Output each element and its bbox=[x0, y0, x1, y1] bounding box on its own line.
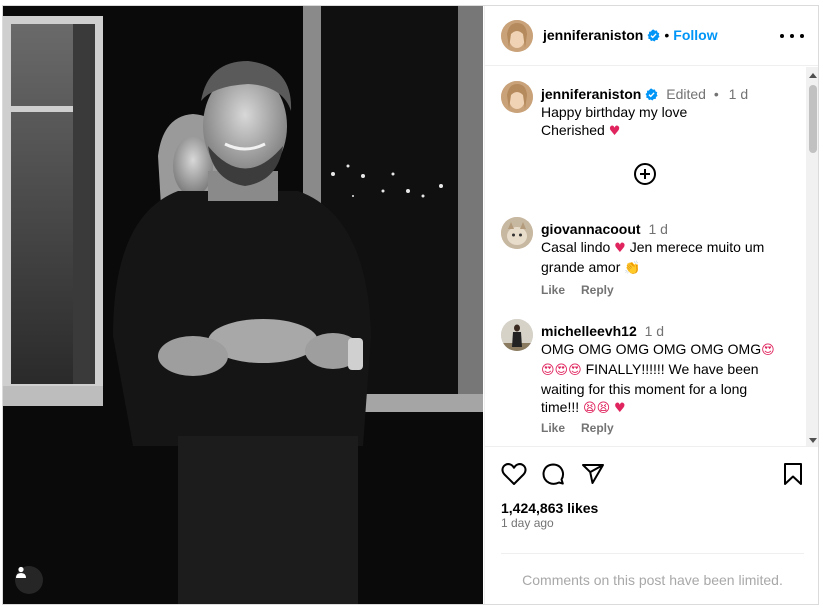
like-comment-button[interactable]: Like bbox=[541, 421, 565, 435]
user-tag-icon bbox=[16, 566, 26, 578]
caption-time[interactable]: 1 d bbox=[729, 86, 748, 102]
avatar-image bbox=[501, 20, 533, 52]
scrollbar-thumb[interactable] bbox=[809, 85, 817, 153]
comment-text: waiting for this moment for a long bbox=[541, 381, 748, 397]
header-separator: • bbox=[664, 27, 670, 43]
divider bbox=[501, 553, 804, 554]
caption: jenniferaniston Edited • 1 d Happy birth… bbox=[501, 81, 806, 141]
photo-image bbox=[3, 6, 483, 604]
follow-button[interactable]: Follow bbox=[673, 27, 717, 43]
reply-button[interactable]: Reply bbox=[581, 421, 614, 435]
verified-badge-icon bbox=[647, 29, 660, 42]
comment-text: FINALLY!!!!!! We have been bbox=[585, 361, 759, 377]
post-photo[interactable] bbox=[3, 6, 483, 604]
heart-icon[interactable] bbox=[501, 462, 527, 486]
post-username[interactable]: jenniferaniston bbox=[543, 27, 643, 43]
list-item: giovannacoout 1 d Casal lindo ♥ Jen mere… bbox=[501, 217, 806, 297]
more-dot-icon bbox=[780, 34, 784, 38]
share-icon[interactable] bbox=[581, 462, 605, 486]
caption-username[interactable]: jenniferaniston bbox=[541, 86, 641, 102]
like-comment-button[interactable]: Like bbox=[541, 283, 565, 297]
heart-eyes-emoji: 😍 bbox=[761, 343, 775, 358]
meta-separator: • bbox=[713, 86, 719, 102]
avatar-image bbox=[501, 217, 533, 249]
comment-time[interactable]: 1 d bbox=[645, 323, 664, 339]
avatar-image bbox=[501, 319, 533, 351]
comment-icon[interactable] bbox=[541, 462, 565, 486]
post-panel: jenniferaniston • Follow jenniferaniston… bbox=[484, 6, 818, 604]
more-options-button[interactable] bbox=[780, 26, 804, 46]
post-header: jenniferaniston • Follow bbox=[485, 6, 818, 66]
scroll-down-arrow-icon[interactable] bbox=[809, 438, 817, 443]
comment-time[interactable]: 1 d bbox=[648, 221, 667, 237]
post-timestamp[interactable]: 1 day ago bbox=[501, 516, 554, 530]
avatar[interactable] bbox=[501, 319, 533, 351]
more-dot-icon bbox=[800, 34, 804, 38]
comments-section[interactable]: jenniferaniston Edited • 1 d Happy birth… bbox=[485, 67, 818, 447]
comment-text: grande amor bbox=[541, 259, 621, 275]
comment-text: Jen merece muito um bbox=[629, 239, 765, 255]
comment-username[interactable]: michelleevh12 bbox=[541, 323, 637, 339]
avatar[interactable] bbox=[501, 81, 533, 113]
list-item: michelleevh12 1 d OMG OMG OMG OMG OMG OM… bbox=[501, 319, 806, 439]
edited-label: Edited bbox=[666, 86, 706, 102]
verified-badge-icon bbox=[645, 88, 658, 101]
comment-text: Casal lindo bbox=[541, 239, 611, 255]
heart-eyes-emoji: 😍😍😍 bbox=[541, 363, 582, 378]
comment-text: time!!! bbox=[541, 399, 580, 415]
more-dot-icon bbox=[790, 34, 794, 38]
caption-line-2: Cherished bbox=[541, 122, 605, 138]
user-tag-button[interactable] bbox=[15, 566, 43, 594]
caption-line-1: Happy birthday my love bbox=[541, 104, 688, 120]
tired-face-emoji: 😫😫 bbox=[583, 401, 611, 416]
like-count[interactable]: 1,424,863 likes bbox=[501, 500, 598, 516]
add-circle-icon[interactable] bbox=[633, 162, 657, 186]
avatar[interactable] bbox=[501, 20, 533, 52]
reply-button[interactable]: Reply bbox=[581, 283, 614, 297]
heart-emoji: ♥ bbox=[614, 401, 626, 416]
comments-limited-notice: Comments on this post have been limited. bbox=[522, 572, 783, 588]
avatar-image bbox=[501, 81, 533, 113]
avatar[interactable] bbox=[501, 217, 533, 249]
scroll-up-arrow-icon[interactable] bbox=[809, 73, 817, 78]
comment-text: OMG OMG OMG OMG OMG OMG bbox=[541, 341, 762, 357]
save-icon[interactable] bbox=[783, 462, 803, 486]
post-dialog: jenniferaniston • Follow jenniferaniston… bbox=[2, 5, 819, 605]
clap-emoji: 👏 bbox=[624, 261, 641, 276]
comment-username[interactable]: giovannacoout bbox=[541, 221, 641, 237]
heart-emoji: ♥ bbox=[614, 241, 626, 256]
comments-scrollbar[interactable] bbox=[806, 67, 818, 446]
heart-emoji: ♥ bbox=[608, 124, 621, 139]
